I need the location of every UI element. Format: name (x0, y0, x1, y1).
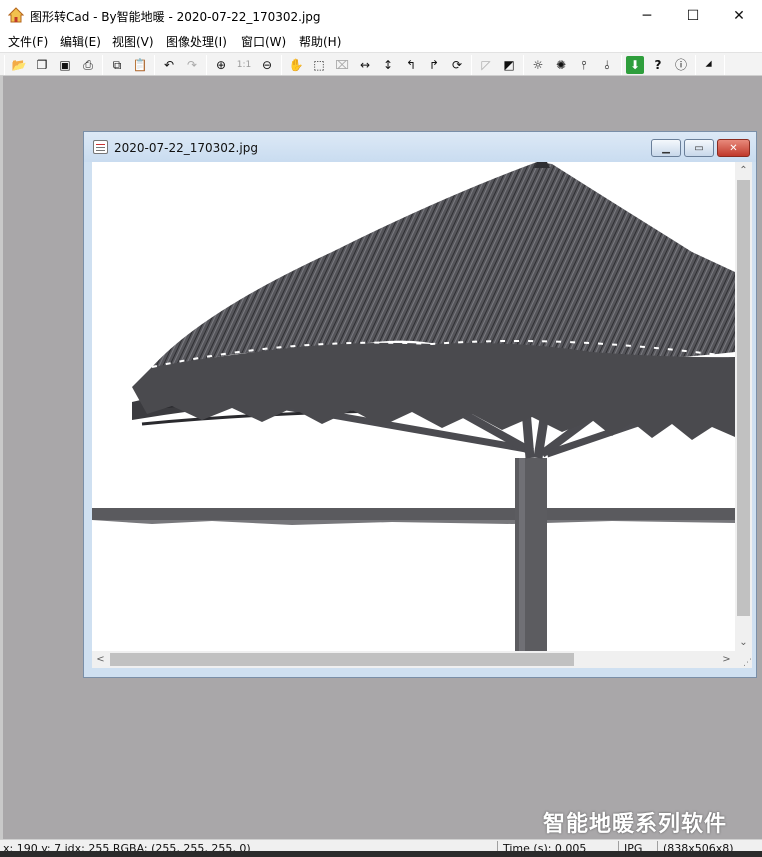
toolbar-separator (695, 55, 696, 75)
tag-icon[interactable]: ⏷ (697, 52, 722, 77)
toolbar-separator (102, 55, 103, 75)
flip-horizontal-icon[interactable]: ↔ (356, 56, 374, 74)
close-button[interactable]: ✕ (716, 0, 762, 31)
threshold-icon[interactable]: ⫰ (598, 56, 616, 74)
horizontal-scrollbar[interactable]: < > (92, 651, 735, 668)
actual-size-icon[interactable]: 1:1 (235, 56, 253, 74)
document-close-button[interactable]: ✕ (717, 139, 750, 157)
info-icon[interactable]: ⓘ (672, 56, 690, 74)
vertical-scroll-thumb[interactable] (737, 180, 750, 616)
maximize-button[interactable]: ☐ (670, 0, 716, 31)
document-window: 2020-07-22_170302.jpg ▁ ▭ ✕ ⌃ ⌄ < > ⋰ (83, 131, 757, 678)
scroll-right-icon[interactable]: > (718, 651, 735, 668)
window-title: 图形转Cad - By智能地暖 - 2020-07-22_170302.jpg (30, 10, 321, 24)
toolbar: 📂 ❐ ▣ ⎙ ⧉ 📋 ↶ ↷ ⊕ 1:1 ⊖ ✋ ⬚ ⌧ ↔ ↕ ↰ ↱ ⟳ … (0, 52, 762, 76)
toolbar-separator (154, 55, 155, 75)
toolbar-separator (281, 55, 282, 75)
toolbar-separator (4, 55, 5, 75)
document-maximize-button[interactable]: ▭ (684, 139, 714, 157)
zoom-out-icon[interactable]: ⊖ (258, 56, 276, 74)
scroll-down-icon[interactable]: ⌄ (735, 634, 752, 651)
zoom-in-icon[interactable]: ⊕ (212, 56, 230, 74)
bottom-edge (0, 851, 762, 857)
menu-file[interactable]: 文件(F) (8, 33, 48, 50)
brightness-icon[interactable]: ☼ (529, 56, 547, 74)
crop-icon[interactable]: ⌧ (333, 56, 351, 74)
gradient-dark-icon[interactable]: ◩ (500, 56, 518, 74)
menu-view[interactable]: 视图(V) (112, 33, 154, 50)
select-rect-icon[interactable]: ⬚ (310, 56, 328, 74)
gradient-light-icon[interactable]: ◸ (477, 56, 495, 74)
minimize-button[interactable]: ─ (624, 0, 670, 31)
save-icon[interactable]: ▣ (56, 56, 74, 74)
help-icon[interactable]: ? (649, 56, 667, 74)
rotate-left-icon[interactable]: ↰ (402, 56, 420, 74)
document-title-bar[interactable]: 2020-07-22_170302.jpg ▁ ▭ ✕ (84, 132, 756, 162)
levels-icon[interactable]: ⫯ (575, 56, 593, 74)
horizontal-scroll-thumb[interactable] (110, 653, 574, 666)
open-folder-icon[interactable]: 📂 (10, 56, 28, 74)
umbrella-image (92, 162, 735, 651)
menu-image[interactable]: 图像处理(I) (166, 33, 227, 50)
flip-vertical-icon[interactable]: ↕ (379, 56, 397, 74)
menu-help[interactable]: 帮助(H) (299, 33, 341, 50)
rotate-free-icon[interactable]: ⟳ (448, 56, 466, 74)
scroll-up-icon[interactable]: ⌃ (735, 162, 752, 179)
document-icon (93, 140, 108, 154)
new-window-icon[interactable]: ❐ (33, 56, 51, 74)
watermark-text: 智能地暖系列软件 (543, 812, 728, 837)
scroll-left-icon[interactable]: < (92, 651, 109, 668)
rotate-right-icon[interactable]: ↱ (425, 56, 443, 74)
home-icon (8, 7, 24, 23)
copy-icon[interactable]: ⧉ (108, 56, 126, 74)
toolbar-separator (206, 55, 207, 75)
menu-edit[interactable]: 编辑(E) (60, 33, 101, 50)
download-icon[interactable]: ⬇ (626, 56, 644, 74)
redo-icon[interactable]: ↷ (183, 56, 201, 74)
image-canvas[interactable] (92, 162, 735, 651)
paste-icon[interactable]: 📋 (131, 56, 149, 74)
title-bar: 图形转Cad - By智能地暖 - 2020-07-22_170302.jpg … (0, 0, 762, 31)
menu-window[interactable]: 窗口(W) (241, 33, 286, 50)
undo-icon[interactable]: ↶ (160, 56, 178, 74)
toolbar-separator (621, 55, 622, 75)
toolbar-separator (523, 55, 524, 75)
document-title: 2020-07-22_170302.jpg (114, 141, 258, 155)
vertical-scrollbar[interactable]: ⌃ ⌄ (735, 162, 752, 651)
contrast-icon[interactable]: ✺ (552, 56, 570, 74)
hand-pan-icon[interactable]: ✋ (287, 56, 305, 74)
print-icon[interactable]: ⎙ (79, 56, 97, 74)
toolbar-separator (471, 55, 472, 75)
menu-bar: 文件(F) 编辑(E) 视图(V) 图像处理(I) 窗口(W) 帮助(H) (0, 31, 762, 51)
resize-grip-icon[interactable]: ⋰ (735, 651, 752, 668)
toolbar-separator (724, 55, 725, 75)
document-minimize-button[interactable]: ▁ (651, 139, 681, 157)
